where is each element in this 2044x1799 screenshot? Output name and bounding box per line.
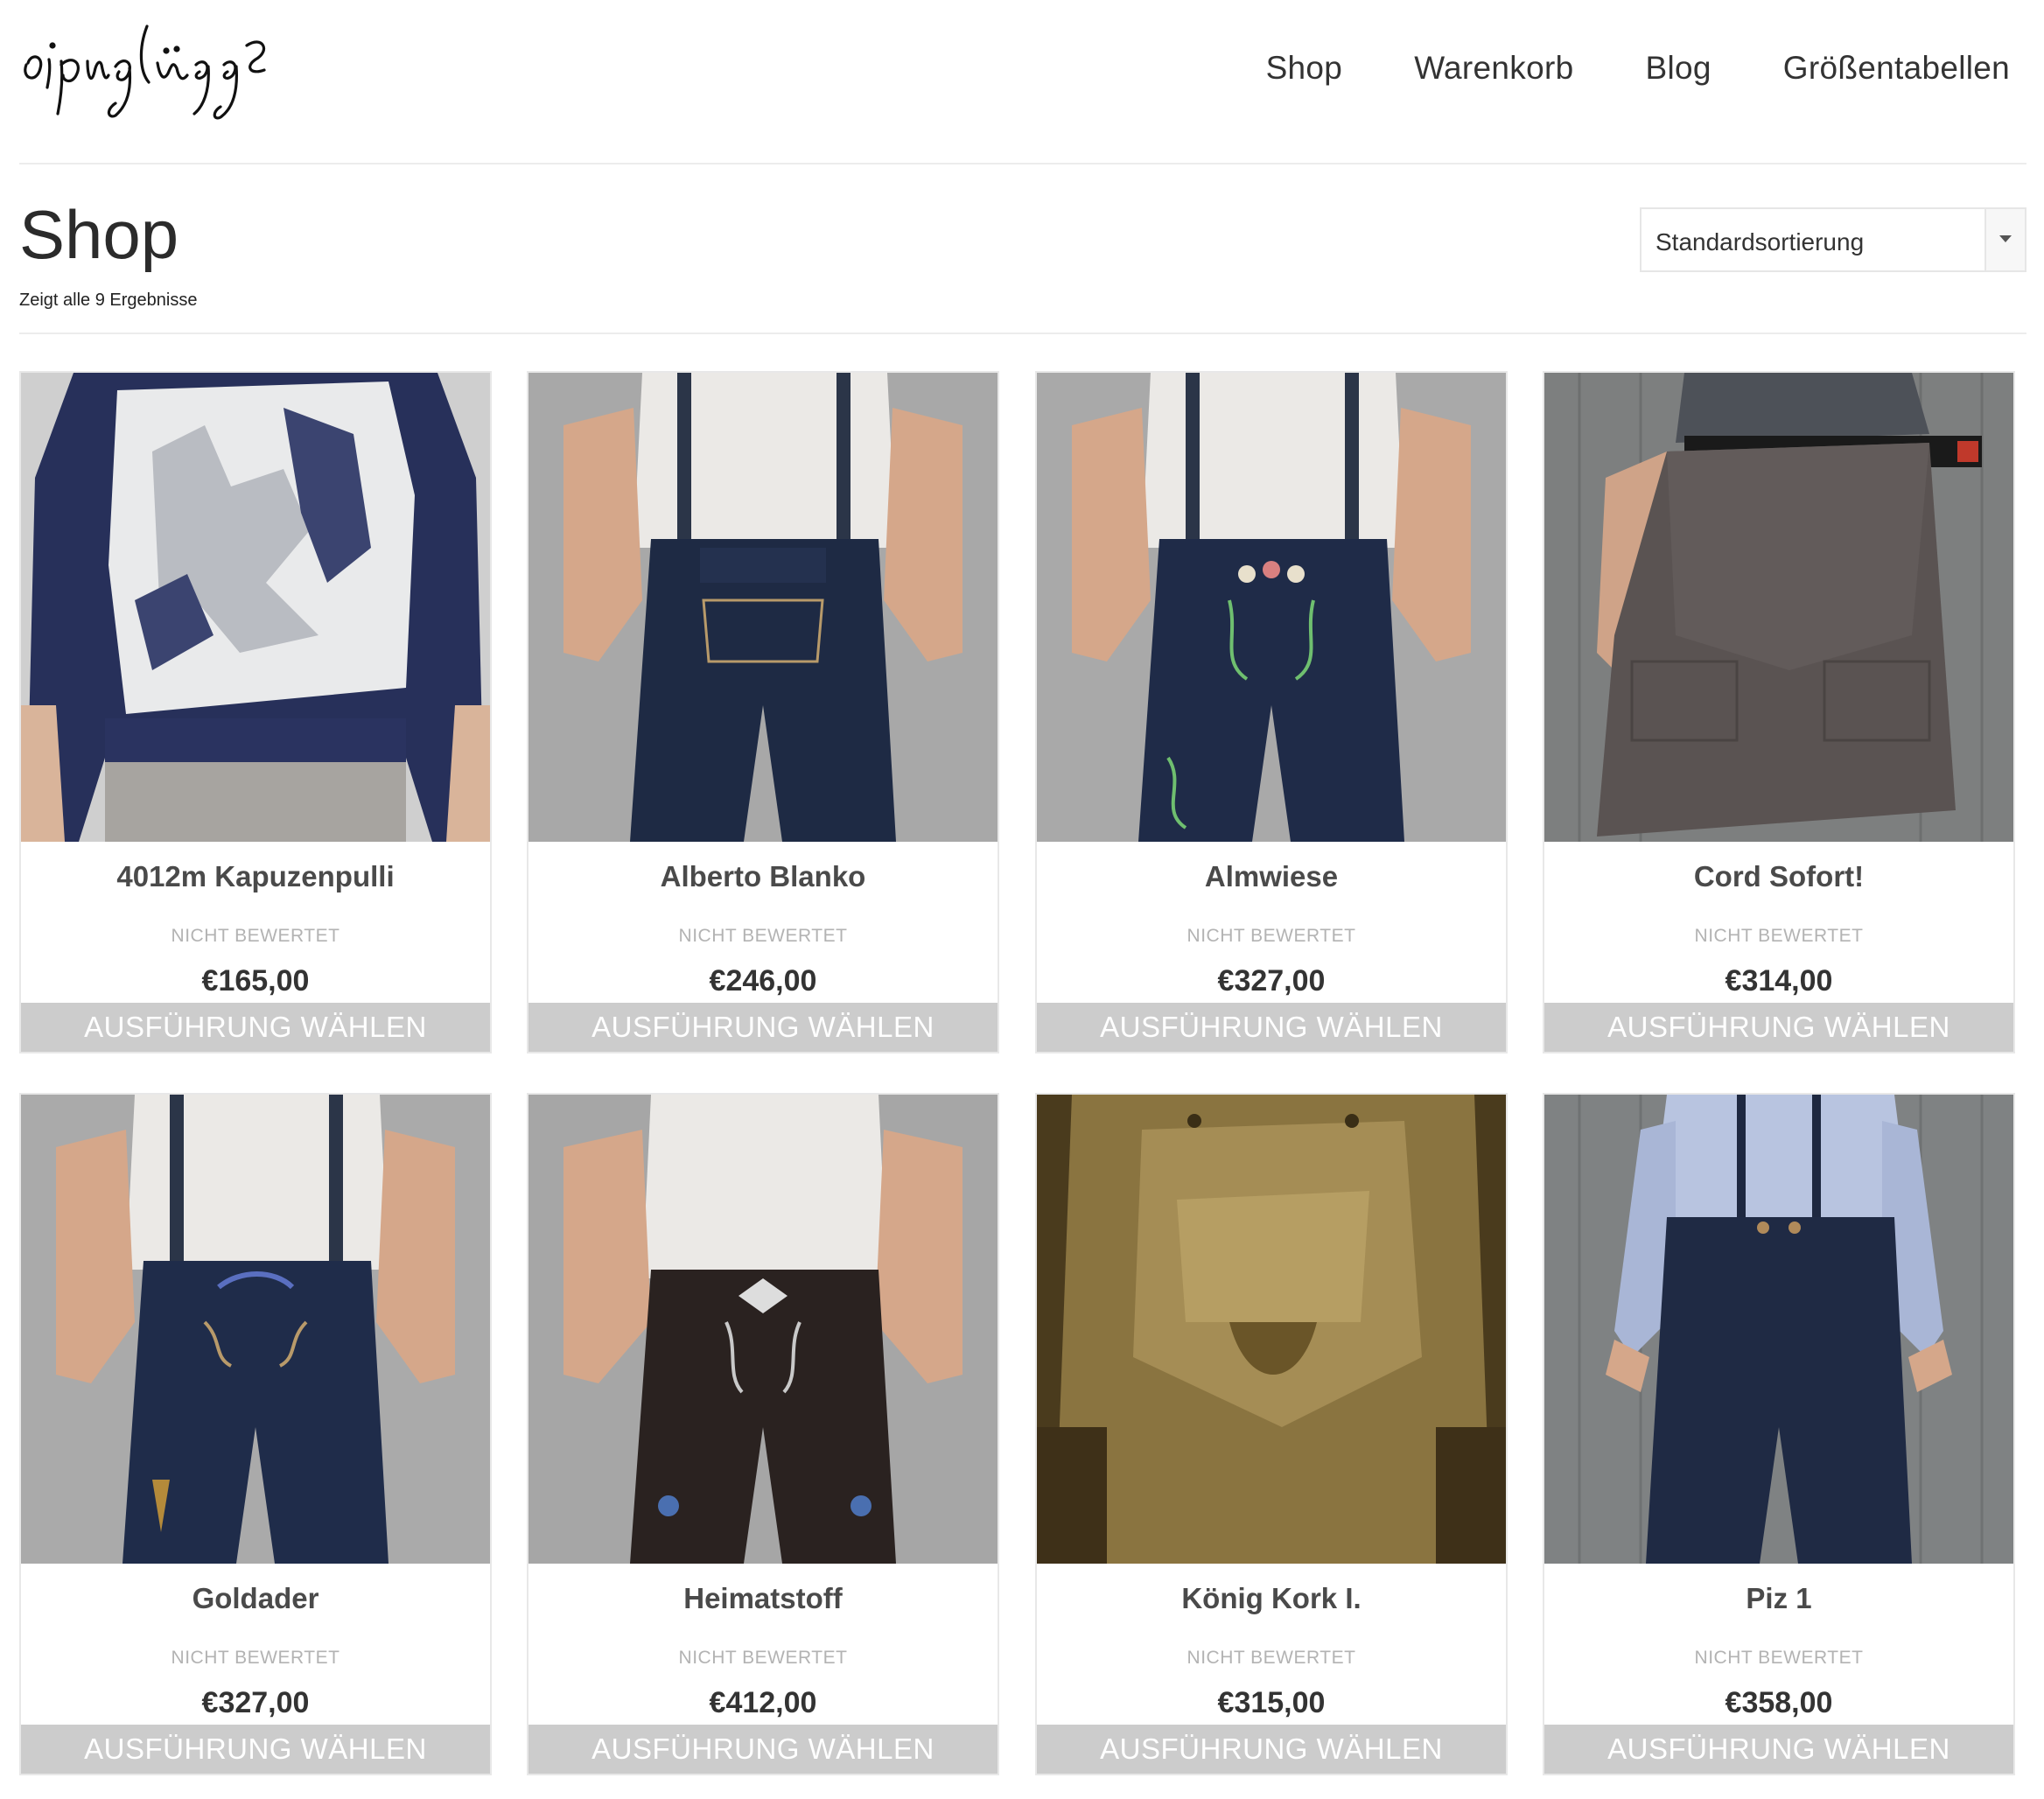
product-price: €315,00 [1217,1686,1326,1719]
product-image[interactable] [1037,1095,1506,1564]
caret-down-icon[interactable] [1984,209,2025,270]
product-price: €314,00 [1725,964,1833,998]
product-rating: NICHT BEWERTET [171,926,340,946]
product-card[interactable]: Goldader NICHT BEWERTET €327,00 AUSFÜHRU… [19,1093,492,1775]
product-image[interactable] [528,373,998,842]
select-options-button[interactable]: AUSFÜHRUNG WÄHLEN [21,1725,490,1774]
product-price: €327,00 [201,1686,310,1719]
nav-warenkorb[interactable]: Warenkorb [1414,42,1573,94]
product-rating: NICHT BEWERTET [678,926,848,946]
product-name[interactable]: Almwiese [1037,860,1506,893]
nav-blog[interactable]: Blog [1645,42,1711,94]
page-title: Shop [19,196,179,273]
product-image[interactable] [1544,373,2013,842]
product-price: €327,00 [1217,964,1326,998]
header-divider [19,163,2026,164]
nav-shop[interactable]: Shop [1266,42,1343,94]
product-card[interactable]: Alberto Blanko NICHT BEWERTET €246,00 AU… [527,371,999,1054]
product-card[interactable]: Cord Sofort! NICHT BEWERTET €314,00 AUSF… [1543,371,2015,1054]
select-options-button[interactable]: AUSFÜHRUNG WÄHLEN [528,1725,998,1774]
product-card[interactable]: Heimatstoff NICHT BEWERTET €412,00 AUSFÜ… [527,1093,999,1775]
select-options-button[interactable]: AUSFÜHRUNG WÄHLEN [1544,1003,2013,1052]
product-card[interactable]: Piz 1 NICHT BEWERTET €358,00 AUSFÜHRUNG … [1543,1093,2015,1775]
select-options-button[interactable]: AUSFÜHRUNG WÄHLEN [1544,1725,2013,1774]
product-name[interactable]: Cord Sofort! [1544,860,2013,893]
product-name[interactable]: König Kork I. [1037,1582,1506,1615]
product-rating: NICHT BEWERTET [1186,926,1356,946]
results-count: Zeigt alle 9 Ergebnisse [19,290,198,310]
product-rating: NICHT BEWERTET [1694,926,1864,946]
product-image[interactable] [1037,373,1506,842]
sort-select[interactable]: Standardsortierung [1640,207,2026,272]
product-price: €246,00 [709,964,817,998]
product-price: €358,00 [1725,1686,1833,1719]
site-header: Shop Warenkorb Blog Größentabellen [0,0,2044,163]
product-rating: NICHT BEWERTET [171,1648,340,1668]
product-name[interactable]: 4012m Kapuzenpulli [21,860,490,893]
main-nav: Shop Warenkorb Blog Größentabellen [1266,42,2010,94]
handwritten-logo-icon [24,24,266,120]
product-price: €412,00 [709,1686,817,1719]
shop-page: Shop Warenkorb Blog Größentabellen Shop … [0,0,2044,1799]
product-name[interactable]: Heimatstoff [528,1582,998,1615]
select-options-button[interactable]: AUSFÜHRUNG WÄHLEN [21,1003,490,1052]
product-rating: NICHT BEWERTET [1186,1648,1356,1668]
product-rating: NICHT BEWERTET [678,1648,848,1668]
site-logo[interactable] [18,10,271,124]
product-image[interactable] [21,1095,490,1564]
select-options-button[interactable]: AUSFÜHRUNG WÄHLEN [528,1003,998,1052]
select-options-button[interactable]: AUSFÜHRUNG WÄHLEN [1037,1003,1506,1052]
product-price: €165,00 [201,964,310,998]
product-name[interactable]: Piz 1 [1544,1582,2013,1615]
product-card[interactable]: 4012m Kapuzenpulli NICHT BEWERTET €165,0… [19,371,492,1054]
select-options-button[interactable]: AUSFÜHRUNG WÄHLEN [1037,1725,1506,1774]
product-name[interactable]: Goldader [21,1582,490,1615]
product-rating: NICHT BEWERTET [1694,1648,1864,1668]
product-card[interactable]: König Kork I. NICHT BEWERTET €315,00 AUS… [1035,1093,1508,1775]
product-card[interactable]: Almwiese NICHT BEWERTET €327,00 AUSFÜHRU… [1035,371,1508,1054]
product-image[interactable] [528,1095,998,1564]
product-image[interactable] [1544,1095,2013,1564]
product-image[interactable] [21,373,490,842]
toolbar-divider [19,332,2026,334]
sort-selected-value: Standardsortierung [1656,228,1865,256]
product-name[interactable]: Alberto Blanko [528,860,998,893]
nav-groessentabellen[interactable]: Größentabellen [1783,42,2010,94]
